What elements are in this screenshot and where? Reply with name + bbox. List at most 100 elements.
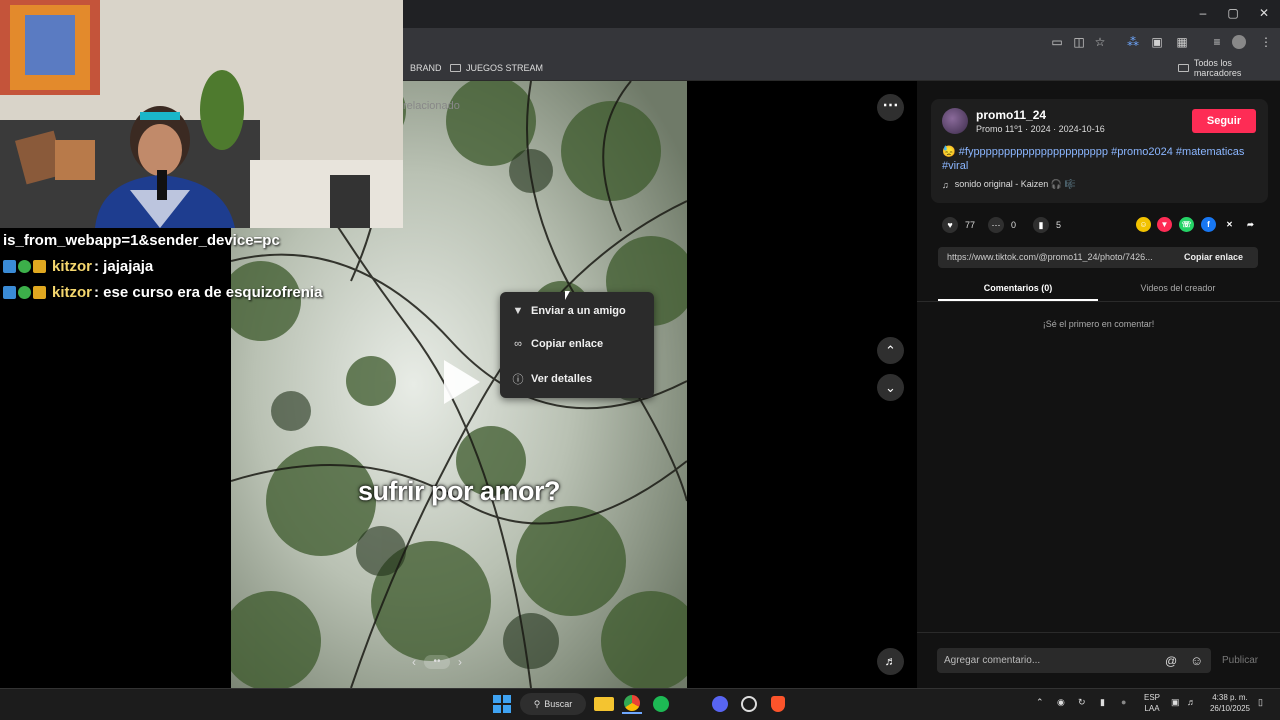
menu-item-label: Enviar a un amigo: [531, 305, 626, 317]
network-icon[interactable]: ▣: [1171, 697, 1180, 708]
creator-username[interactable]: promo11_24: [976, 108, 1046, 122]
search-label: Buscar: [544, 699, 573, 709]
comment-button[interactable]: ⋯ 0: [988, 217, 1016, 233]
empty-comments-message: ¡Sé el primero en comentar!: [1042, 319, 1155, 329]
publish-button[interactable]: Publicar: [1222, 655, 1258, 666]
chat-message: kitzor : ese curso era de esquizofrenia: [3, 284, 322, 301]
spotify-icon[interactable]: [653, 696, 669, 712]
share-emoji-icon[interactable]: ☺: [1136, 217, 1151, 232]
folder-icon: [450, 64, 461, 72]
emoji-icon[interactable]: ☺: [1190, 653, 1203, 668]
comment-placeholder: Agregar comentario...: [944, 655, 1041, 666]
menu-item-label: Copiar enlace: [531, 338, 604, 350]
puzzle-extensions-icon[interactable]: ▦: [1173, 33, 1191, 51]
file-explorer-icon[interactable]: [594, 697, 614, 711]
clock-date: 26/10/2025: [1209, 704, 1251, 713]
volume-tray-icon[interactable]: ♬: [1187, 697, 1196, 707]
x-icon[interactable]: ✕: [1222, 217, 1237, 232]
chrome-icon: [624, 695, 640, 711]
music-info[interactable]: ♫ sonido original - Kaizen 🎧 🎼: [942, 179, 1076, 190]
tray-battery-icon[interactable]: ▮: [1100, 697, 1105, 708]
windows-start-icon[interactable]: [493, 695, 513, 713]
music-note-icon: ♫: [942, 179, 949, 190]
share-context-menu: ▼ Enviar a un amigo ∞ Copiar enlace ⓘ Ve…: [500, 292, 654, 398]
install-app-icon[interactable]: ▭: [1048, 33, 1066, 51]
chat-message: kitzor : jajajaja: [3, 258, 153, 275]
carousel-prev-icon[interactable]: ‹: [412, 655, 416, 669]
like-count: 77: [965, 220, 976, 230]
profile-avatar[interactable]: [1232, 35, 1246, 49]
minimize-icon[interactable]: –: [1188, 4, 1218, 22]
description-hashtags[interactable]: #fypppppppppppppppppppppp #promo2024 #ma…: [942, 146, 1244, 172]
all-bookmarks[interactable]: Todos los marcadores: [1178, 58, 1280, 78]
chat-username: kitzor: [52, 258, 93, 275]
extension-icon[interactable]: ▣: [1148, 33, 1166, 51]
browser-menu-icon[interactable]: ⋮: [1257, 33, 1275, 51]
discord-icon[interactable]: [712, 696, 728, 712]
badge-icon: [18, 260, 31, 273]
language-indicator[interactable]: ESP LAA: [1141, 692, 1163, 714]
tray-app-icon[interactable]: ◉: [1057, 697, 1065, 708]
bookmark-juegos-stream[interactable]: JUEGOS STREAM: [450, 60, 543, 76]
carousel-next-icon[interactable]: ›: [458, 655, 462, 669]
tab-creator-videos[interactable]: Videos del creador: [1098, 283, 1258, 293]
creator-avatar[interactable]: [942, 108, 968, 134]
notification-icon[interactable]: ▯: [1258, 697, 1263, 708]
media-control-icon[interactable]: ≡: [1208, 33, 1226, 51]
language-layout: LAA: [1144, 704, 1160, 713]
chat-text: : jajajaja: [94, 258, 154, 275]
webcam-image: [0, 0, 403, 228]
post-description: 😓 #fypppppppppppppppppppppp #promo2024 #…: [942, 145, 1252, 173]
send-icon: ▼: [512, 305, 524, 317]
related-search-hint: relacionado: [403, 100, 460, 112]
translate-icon[interactable]: ◫: [1070, 33, 1088, 51]
tab-comments[interactable]: Comentarios (0): [938, 283, 1098, 293]
crown-badge-icon: [33, 286, 46, 299]
heart-icon: ♥: [942, 217, 958, 233]
save-button[interactable]: ▮ 5: [1033, 217, 1061, 233]
chat-url-fragment: is_from_webapp=1&sender_device=pc: [3, 232, 280, 249]
bookmark-label: Todos los marcadores: [1193, 58, 1242, 78]
brave-icon[interactable]: [771, 696, 785, 712]
active-tab-indicator: [938, 299, 1098, 301]
tray-mic-icon[interactable]: ●: [1121, 697, 1126, 707]
whatsapp-icon[interactable]: ☏: [1179, 217, 1194, 232]
menu-item-view-details[interactable]: ⓘ Ver detalles: [512, 371, 593, 387]
stream-chat-overlay: is_from_webapp=1&sender_device=pc kitzor…: [0, 228, 403, 688]
mention-icon[interactable]: @: [1165, 654, 1177, 668]
description-emoji: 😓: [942, 146, 956, 158]
more-options-button[interactable]: ⋯: [877, 94, 904, 121]
bookmark-star-icon[interactable]: ☆: [1091, 33, 1109, 51]
extension-audio-icon[interactable]: ⁂: [1124, 33, 1142, 51]
bookmark-label: BRAND: [410, 63, 442, 73]
menu-item-copy-link[interactable]: ∞ Copiar enlace: [512, 338, 603, 350]
copy-link-button[interactable]: Copiar enlace: [1184, 252, 1243, 262]
tray-sync-icon[interactable]: ↻: [1078, 697, 1086, 708]
close-window-icon[interactable]: ✕: [1249, 4, 1279, 22]
language-code: ESP: [1143, 693, 1160, 702]
comment-count: 0: [1011, 220, 1017, 230]
taskbar-search-button[interactable]: ⚲ Buscar: [520, 693, 586, 715]
share-arrow-icon[interactable]: ➦: [1243, 217, 1258, 232]
volume-icon[interactable]: ♬: [877, 648, 904, 675]
app-icon[interactable]: [741, 696, 757, 712]
folder-icon: [1178, 64, 1189, 72]
tray-chevron-icon[interactable]: ⌃: [1036, 697, 1044, 708]
play-icon[interactable]: [444, 360, 480, 404]
comment-icon: ⋯: [988, 217, 1004, 233]
previous-post-button[interactable]: ⌃: [877, 337, 904, 364]
maximize-icon[interactable]: ▢: [1218, 4, 1248, 22]
chrome-taskbar-button[interactable]: [622, 694, 642, 714]
post-link-url[interactable]: https://www.tiktok.com/@promo11_24/photo…: [947, 252, 1172, 262]
clock-time: 4:38 p. m.: [1212, 693, 1248, 702]
taskbar-clock[interactable]: 4:38 p. m. 26/10/2025: [1205, 692, 1255, 714]
like-button[interactable]: ♥ 77: [942, 217, 975, 233]
bookmark-brand[interactable]: BRAND: [410, 60, 442, 76]
menu-item-send-to-friend[interactable]: ▼ Enviar a un amigo: [512, 305, 626, 317]
creator-subline: Promo 11º1 · 2024 · 2024-10-16: [976, 124, 1105, 134]
next-post-button[interactable]: ⌄: [877, 374, 904, 401]
follow-button[interactable]: Seguir: [1192, 109, 1256, 133]
share-send-icon[interactable]: ▼: [1157, 217, 1172, 232]
chat-text: : ese curso era de esquizofrenia: [94, 284, 323, 301]
facebook-icon[interactable]: f: [1201, 217, 1216, 232]
